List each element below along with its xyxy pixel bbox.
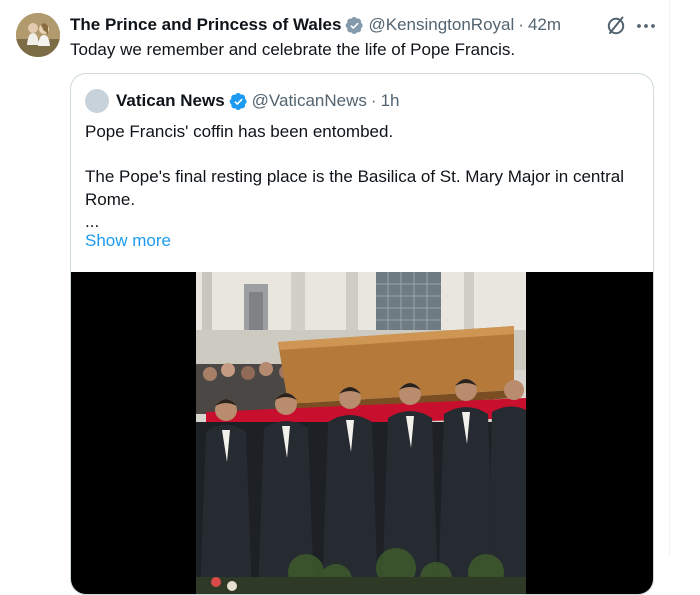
quote-tweet[interactable]: Vatican News @VaticanNews · 1h Pope Fran… — [70, 73, 654, 595]
quote-avatar[interactable] — [85, 89, 109, 113]
quote-handle[interactable]: @VaticanNews — [252, 90, 367, 112]
avatar[interactable] — [16, 13, 60, 57]
verified-badge-icon[interactable] — [345, 16, 364, 35]
video-player[interactable] — [71, 272, 653, 594]
tweet-header: The Prince and Princess of Wales @Kensin… — [70, 14, 561, 36]
quote-header: Vatican News @VaticanNews · 1h — [116, 90, 399, 112]
handle[interactable]: @KensingtonRoyal — [368, 14, 514, 36]
quote-text-paragraph: The Pope's final resting place is the Ba… — [85, 167, 624, 209]
quote-body: Pope Francis' coffin has been entombed. … — [85, 120, 641, 252]
quote-timestamp[interactable]: 1h — [381, 90, 400, 112]
separator-dot: · — [370, 91, 377, 110]
quote-display-name[interactable]: Vatican News — [116, 90, 225, 112]
more-options-icon[interactable] — [634, 14, 658, 38]
tweet-text: Today we remember and celebrate the life… — [70, 40, 516, 59]
quote-text-line: Pope Francis' coffin has been entombed. — [85, 122, 394, 141]
grok-icon[interactable] — [604, 14, 628, 38]
separator-dot: · — [518, 15, 524, 34]
timestamp[interactable]: 42m — [528, 14, 561, 36]
video-thumbnail[interactable] — [196, 272, 526, 594]
verified-badge-icon[interactable] — [229, 92, 248, 111]
display-name[interactable]: The Prince and Princess of Wales — [70, 14, 341, 36]
show-more-link[interactable]: Show more — [85, 231, 171, 250]
timeline-divider — [669, 0, 670, 556]
quote-ellipsis: ... — [85, 212, 100, 231]
